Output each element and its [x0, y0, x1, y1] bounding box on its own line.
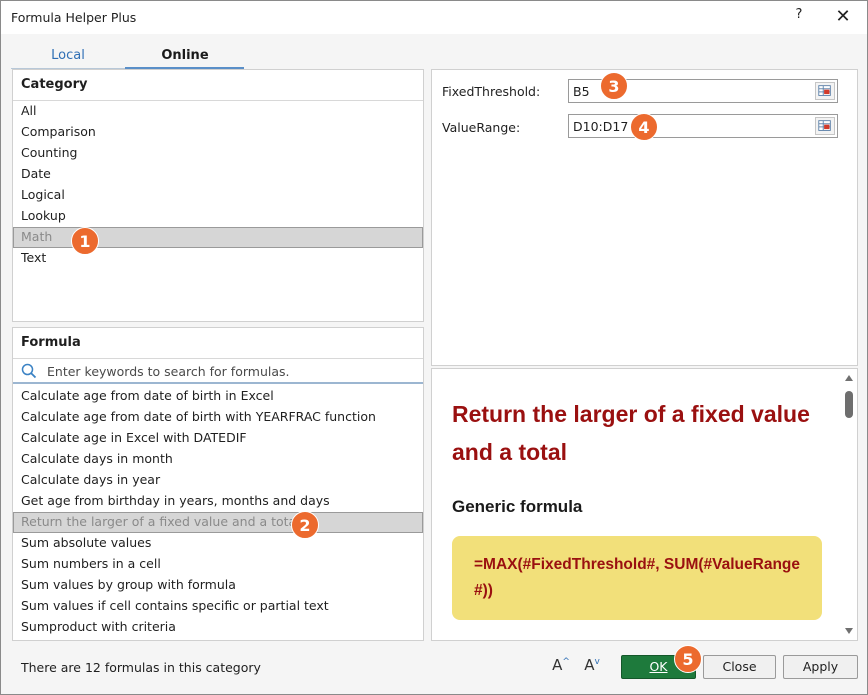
formula-item[interactable]: Calculate age in Excel with DATEDIF — [13, 428, 423, 449]
callout-badge-2: 2 — [291, 511, 319, 539]
fixed-threshold-value: B5 — [573, 84, 590, 99]
apply-button[interactable]: Apply — [783, 655, 858, 679]
decrease-font-button[interactable]: Av — [581, 656, 603, 678]
formula-search-input[interactable] — [45, 361, 415, 381]
formula-item[interactable]: Calculate age from date of birth with YE… — [13, 407, 423, 428]
formula-item[interactable]: Sum numbers in a cell — [13, 554, 423, 575]
scroll-up-arrow-icon[interactable] — [845, 375, 853, 381]
formula-item[interactable]: Sum absolute values — [13, 533, 423, 554]
value-range-label: ValueRange: — [442, 120, 521, 135]
category-item-all[interactable]: All — [13, 101, 423, 122]
category-item-logical[interactable]: Logical — [13, 185, 423, 206]
scroll-thumb[interactable] — [845, 391, 853, 418]
callout-badge-5: 5 — [674, 645, 702, 673]
category-item-comparison[interactable]: Comparison — [13, 122, 423, 143]
callout-badge-3: 3 — [600, 72, 628, 100]
category-item-counting[interactable]: Counting — [13, 143, 423, 164]
formula-box: =MAX(#FixedThreshold#, SUM(#ValueRange#)… — [452, 536, 822, 620]
formula-item[interactable]: Calculate days in year — [13, 470, 423, 491]
range-select-button[interactable] — [815, 82, 835, 100]
callout-badge-1: 1 — [71, 227, 99, 255]
scroll-down-arrow-icon[interactable] — [845, 628, 853, 634]
formula-item[interactable]: Sum values by group with formula — [13, 575, 423, 596]
formula-search-row — [13, 359, 423, 384]
formula-header: Formula — [13, 328, 423, 359]
formula-panel: Formula Calculate age from date of birth… — [12, 327, 424, 641]
formula-item[interactable]: Sumproduct with criteria — [13, 617, 423, 638]
status-text: There are 12 formulas in this category — [21, 660, 261, 675]
range-select-button[interactable] — [815, 117, 835, 135]
range-select-icon — [818, 85, 831, 96]
formula-item[interactable]: Calculate age from date of birth in Exce… — [13, 386, 423, 407]
close-window-button[interactable]: ✕ — [827, 4, 859, 30]
increase-font-button[interactable]: A^ — [550, 656, 572, 678]
range-select-icon — [818, 120, 831, 131]
callout-badge-4: 4 — [630, 113, 658, 141]
generic-formula-heading: Generic formula — [452, 497, 583, 516]
fixed-threshold-label: FixedThreshold: — [442, 84, 541, 99]
category-panel: Category All Comparison Counting Date Lo… — [12, 69, 424, 322]
description-scrollbar[interactable] — [841, 369, 857, 640]
formula-item-selected[interactable]: Return the larger of a fixed value and a… — [13, 512, 423, 533]
category-header: Category — [13, 70, 423, 101]
category-item-date[interactable]: Date — [13, 164, 423, 185]
tab-online[interactable]: Online — [125, 48, 245, 69]
close-button[interactable]: Close — [703, 655, 776, 679]
search-icon — [21, 363, 37, 379]
help-button[interactable]: ? — [787, 7, 811, 27]
formula-item[interactable]: Get age from birthday in years, months a… — [13, 491, 423, 512]
decrease-font-icon: A — [584, 656, 595, 674]
title-bar: Formula Helper Plus ? ✕ — [1, 1, 867, 34]
window-title: Formula Helper Plus — [11, 10, 137, 25]
value-range-field[interactable]: D10:D17 — [568, 114, 838, 138]
formula-item[interactable]: Sum values if cell contains specific or … — [13, 596, 423, 617]
formula-helper-dialog: Formula Helper Plus ? ✕ Local Online Cat… — [0, 0, 868, 695]
tab-local[interactable]: Local — [11, 48, 125, 69]
formula-item[interactable]: Calculate days in month — [13, 449, 423, 470]
generic-formula-text: =MAX(#FixedThreshold#, SUM(#ValueRange#)… — [474, 556, 801, 599]
value-range-value: D10:D17 — [573, 119, 629, 134]
formula-description-panel: Return the larger of a fixed value and a… — [431, 368, 858, 641]
description-title: Return the larger of a fixed value and a… — [452, 401, 810, 465]
category-item-lookup[interactable]: Lookup — [13, 206, 423, 227]
increase-font-icon: A — [552, 656, 563, 674]
